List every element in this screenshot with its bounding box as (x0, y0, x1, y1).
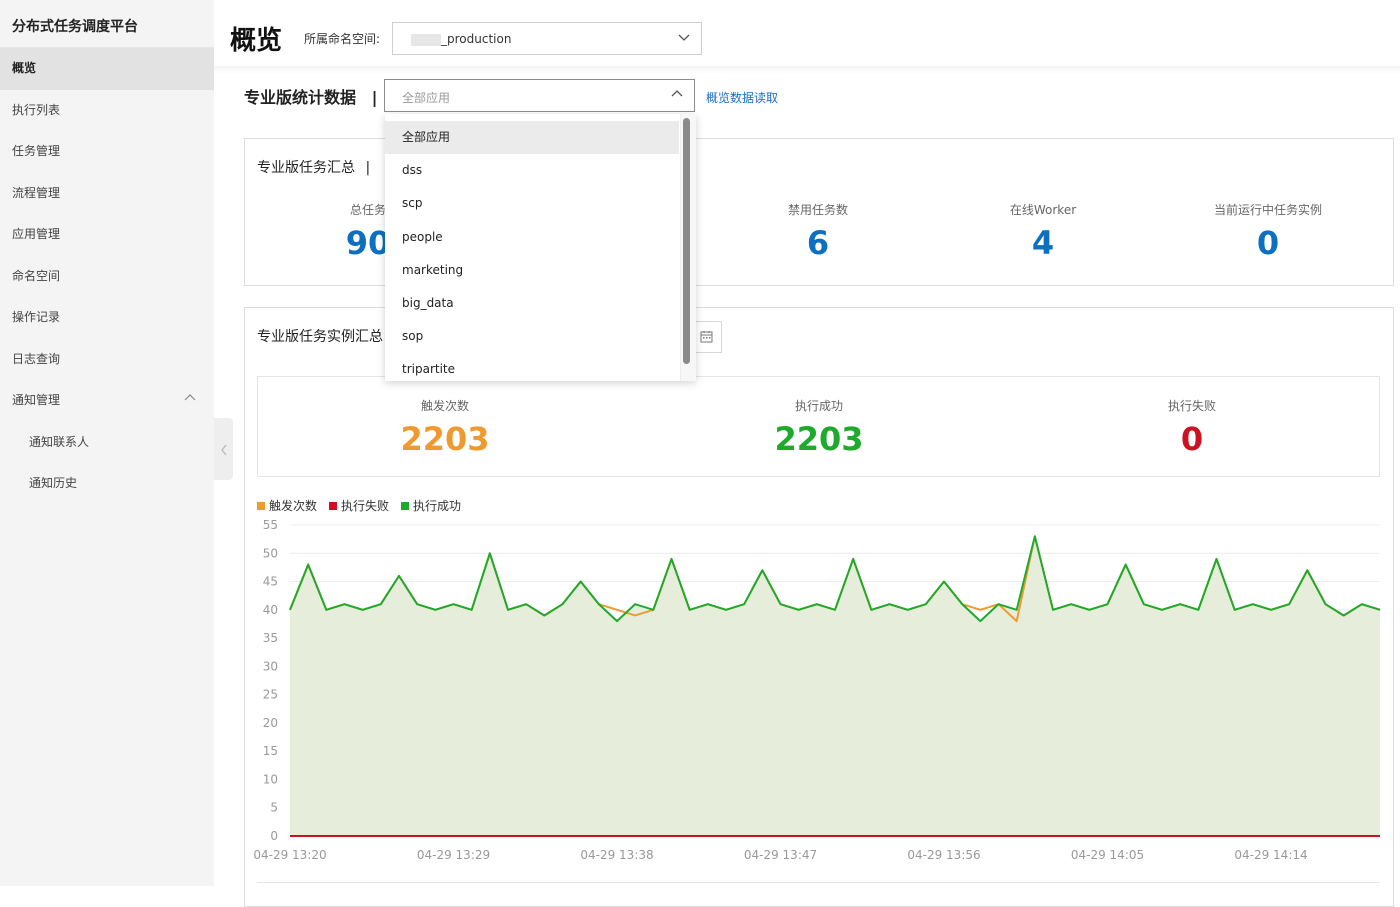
y-tick-label: 5 (270, 801, 278, 815)
x-tick-label: 04-29 13:56 (907, 848, 980, 862)
title-divider: | (365, 160, 371, 176)
legend-label: 触发次数 (269, 499, 318, 513)
chevron-up-icon (671, 90, 683, 97)
chevron-down-icon (678, 34, 690, 41)
legend-swatch (329, 501, 338, 510)
x-tick-label: 04-29 13:47 (744, 848, 817, 862)
dropdown-option-sop[interactable]: sop (385, 320, 679, 353)
sidebar-item-namespace[interactable]: 命名空间 (0, 256, 214, 298)
stat-value: 6 (806, 224, 830, 262)
legend-label: 执行失败 (341, 499, 390, 513)
x-tick-label: 04-29 13:38 (580, 848, 653, 862)
title-divider: | (371, 88, 378, 107)
page-title: 概览 (230, 26, 283, 56)
app-select[interactable]: 全部应用 (384, 79, 695, 112)
stats-section-title-text: 专业版统计数据 (244, 88, 357, 107)
chevron-up-icon (184, 380, 196, 422)
stat-disabled-tasks: 禁用任务数 6 (718, 201, 918, 262)
legend-item-success[interactable]: 执行成功 (401, 497, 461, 514)
overview-data-read-link[interactable]: 概览数据读取 (706, 89, 778, 106)
legend-swatch (401, 501, 410, 510)
stat-running-instances: 当前运行中任务实例 0 (1168, 201, 1368, 262)
stat-label: 执行成功 (794, 399, 843, 413)
y-tick-label: 25 (263, 688, 278, 702)
stat-label: 执行失败 (1167, 399, 1216, 413)
stat-value: 2203 (400, 420, 490, 458)
y-tick-label: 40 (263, 603, 278, 617)
y-tick-label: 10 (263, 772, 278, 786)
namespace-value: _production (441, 32, 512, 46)
stat-value: 0 (1256, 224, 1280, 262)
legend-swatch (257, 501, 265, 510)
y-tick-label: 20 (263, 716, 278, 730)
y-tick-label: 15 (263, 744, 278, 758)
dropdown-list: 全部应用 dss scp people marketing big_data s… (385, 121, 679, 381)
app-select-dropdown: 全部应用 dss scp people marketing big_data s… (385, 114, 696, 381)
app-select-value: 全部应用 (402, 91, 451, 105)
dropdown-option-people[interactable]: people (385, 221, 679, 254)
sidebar-item-app-management[interactable]: 应用管理 (0, 214, 214, 256)
namespace-redacted (411, 33, 441, 46)
chart-legend: 触发次数 执行失败 执行成功 (257, 497, 461, 514)
sidebar-item-operation-log[interactable]: 操作记录 (0, 297, 214, 339)
x-tick-label: 04-29 14:14 (1234, 848, 1307, 862)
legend-item-trigger[interactable]: 触发次数 (257, 497, 317, 514)
y-tick-label: 55 (263, 518, 278, 532)
stat-trigger-count: 触发次数 2203 (345, 397, 545, 458)
y-tick-label: 50 (263, 546, 278, 560)
stat-online-worker: 在线Worker 4 (943, 201, 1143, 262)
legend-label: 执行成功 (413, 499, 462, 513)
task-summary-title-text: 专业版任务汇总 (257, 160, 355, 176)
stat-value: 0 (1180, 420, 1204, 458)
dropdown-option-scp[interactable]: scp (385, 187, 679, 220)
legend-item-failure[interactable]: 执行失败 (329, 497, 389, 514)
y-tick-label: 30 (263, 659, 278, 673)
chevron-left-icon (220, 444, 226, 455)
x-tick-label: 04-29 14:05 (1071, 848, 1144, 862)
stat-label: 禁用任务数 (787, 203, 848, 217)
stat-value: 2203 (774, 420, 864, 458)
sidebar-collapse-button[interactable] (214, 418, 233, 480)
calendar-icon (700, 331, 713, 343)
y-tick-label: 35 (263, 631, 278, 645)
stat-value: 4 (1031, 224, 1055, 262)
sidebar-item-notification-contacts[interactable]: 通知联系人 (0, 422, 214, 464)
sidebar-item-task-management[interactable]: 任务管理 (0, 131, 214, 173)
stat-label: 触发次数 (420, 399, 469, 413)
brand-title: 分布式任务调度平台 (0, 0, 214, 48)
sidebar-item-notification-history[interactable]: 通知历史 (0, 463, 214, 505)
y-tick-label: 45 (263, 575, 278, 589)
dropdown-scrollbar-thumb[interactable] (683, 118, 690, 364)
x-tick-label: 04-29 13:20 (253, 848, 326, 862)
panel-bottom-divider (257, 882, 1380, 883)
stat-label: 当前运行中任务实例 (1213, 203, 1322, 217)
x-tick-label: 04-29 13:29 (417, 848, 490, 862)
stat-failure-count: 执行失败 0 (1092, 397, 1292, 458)
sidebar: 分布式任务调度平台 概览 执行列表 任务管理 流程管理 应用管理 命名空间 操作… (0, 0, 214, 886)
sidebar-item-workflow-management[interactable]: 流程管理 (0, 173, 214, 215)
sidebar-item-overview[interactable]: 概览 (0, 48, 214, 90)
instance-line-chart: 0 5 10 15 20 25 30 35 40 45 50 55 04-29 13:20 04-29 1… (253, 518, 1381, 862)
stat-success-count: 执行成功 2203 (719, 397, 919, 458)
dropdown-option-tripartite[interactable]: tripartite (385, 353, 679, 381)
stat-label: 在线Worker (1009, 203, 1077, 217)
sidebar-item-label: 通知管理 (12, 393, 61, 407)
sidebar-item-notification-management[interactable]: 通知管理 (0, 380, 214, 422)
dropdown-option-all[interactable]: 全部应用 (385, 121, 679, 155)
task-summary-title: 专业版任务汇总 | (257, 157, 370, 177)
dropdown-option-marketing[interactable]: marketing (385, 254, 679, 287)
sidebar-item-log-query[interactable]: 日志查询 (0, 339, 214, 381)
namespace-label: 所属命名空间: (304, 32, 381, 46)
namespace-select[interactable]: _production (392, 22, 702, 55)
y-tick-label: 0 (270, 829, 278, 843)
dropdown-option-dss[interactable]: dss (385, 154, 679, 187)
sidebar-item-execution-list[interactable]: 执行列表 (0, 90, 214, 132)
header-divider (214, 66, 1400, 74)
dropdown-option-big-data[interactable]: big_data (385, 287, 679, 320)
instance-summary-title: 专业版任务实例汇总 (257, 329, 383, 345)
stats-section-title: 专业版统计数据 | (244, 84, 377, 108)
